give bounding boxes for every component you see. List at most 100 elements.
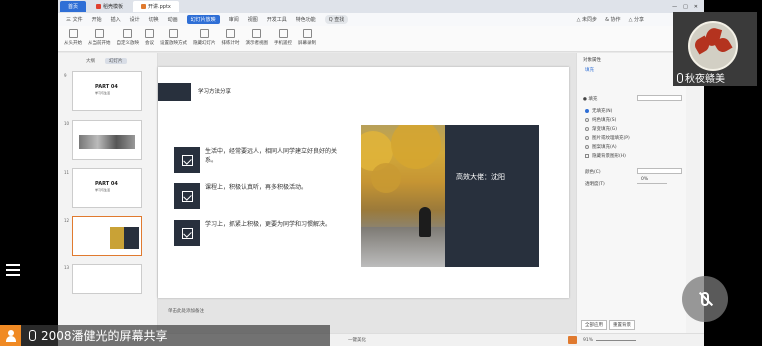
tool-label: 从当前开始 — [88, 41, 111, 46]
tab-document[interactable]: 开讲.pptx — [133, 1, 179, 12]
transparency-value: 0% — [641, 177, 649, 182]
current-slide[interactable]: 学习方法分享 生活中，经常要远人，相同人同学建立好良好的关系。 课程上，积极认真… — [158, 67, 569, 298]
menu-slideshow[interactable]: 幻灯片放映 — [186, 15, 220, 24]
hide-icon — [199, 29, 209, 38]
menu-features[interactable]: 特色功能 — [296, 16, 316, 23]
zoom-value: 91% — [583, 338, 594, 343]
tab-outline[interactable]: 大纲 — [86, 58, 95, 64]
menu-start[interactable]: 开始 — [92, 16, 102, 23]
transparency-label: 透明度(T) — [585, 182, 605, 187]
tool-from-start[interactable]: 从头开始 — [64, 26, 82, 46]
tool-presenter-view[interactable]: 演示者视图 — [246, 26, 268, 46]
fill-tab[interactable]: 填充 — [585, 67, 594, 73]
beautify-button[interactable]: 一键美化 — [348, 337, 366, 343]
participant-name-row: 秋夜赣美 — [677, 70, 725, 85]
cyclist — [419, 207, 431, 237]
tab-slides[interactable]: 幻灯片 — [105, 58, 127, 64]
minimize-icon[interactable]: — — [672, 4, 677, 10]
tab-home[interactable]: 首页 — [60, 1, 87, 12]
close-icon[interactable]: ✕ — [694, 4, 698, 10]
maximize-icon[interactable]: □ — [683, 4, 688, 10]
tab-document-label: 开讲.pptx — [148, 4, 171, 10]
menu-animation[interactable]: 动画 — [168, 16, 178, 23]
thumb-image — [79, 135, 135, 149]
tool-phone-remote[interactable]: 手机遥控 — [274, 26, 292, 46]
tool-label: 设置放映方式 — [160, 41, 187, 46]
left-panel-tabs: 大纲 幻灯片 — [58, 53, 157, 64]
zoom-slider[interactable] — [596, 340, 637, 341]
apply-all-button[interactable]: 全部应用 — [581, 320, 607, 330]
checkbox-icon — [174, 147, 200, 173]
tab-bar: 首页 稻壳模板 开讲.pptx — □ ✕ — [58, 0, 704, 13]
slide-thumb-12[interactable] — [72, 216, 142, 256]
wps-window: 首页 稻壳模板 开讲.pptx — □ ✕ 三 文件 开始 插入 设计 切换 动… — [58, 0, 704, 346]
slide-thumb-10[interactable] — [72, 120, 142, 160]
menu-icon[interactable] — [6, 264, 20, 279]
tool-custom-show[interactable]: 自定义放映 — [117, 26, 139, 46]
slide-thumb-9[interactable]: PART 04 学习与生活 — [72, 71, 142, 111]
slide-thumb-13[interactable] — [72, 264, 142, 294]
collab-button[interactable]: & 协作 — [605, 16, 621, 23]
tool-screen-record[interactable]: 屏幕录制 — [298, 26, 316, 46]
tool-show-settings[interactable]: 设置放映方式 — [160, 26, 187, 46]
mute-button[interactable] — [682, 276, 728, 322]
fill-option-pattern[interactable]: 图案填充(A) — [585, 144, 617, 150]
bullet-text: 学习上，抓紧上积极，更要为同学和习惯解决。 — [205, 221, 332, 228]
fill-dropdown[interactable] — [637, 95, 682, 101]
tool-rehearse[interactable]: 排练计时 — [222, 26, 240, 46]
play-slideshow-icon[interactable] — [568, 336, 577, 344]
tree-foliage — [391, 125, 441, 169]
tool-meeting[interactable]: 会议 — [145, 26, 154, 46]
tab-docer[interactable]: 稻壳模板 — [88, 1, 131, 12]
avatar — [688, 21, 738, 71]
menu-devtools[interactable]: 开发工具 — [267, 16, 287, 23]
color-picker[interactable] — [637, 168, 682, 174]
search-button[interactable]: Q 查找 — [324, 15, 349, 24]
tool-label: 隐藏幻灯片 — [193, 41, 216, 46]
person-icon — [0, 325, 21, 346]
menu-transition[interactable]: 切换 — [149, 16, 159, 23]
meeting-icon — [145, 29, 154, 38]
menu-design[interactable]: 设计 — [130, 16, 140, 23]
option-label: 隐藏背景图形(H) — [592, 154, 626, 159]
tool-label: 排练计时 — [221, 41, 240, 46]
window-controls: — □ ✕ — [672, 4, 704, 10]
menu-insert[interactable]: 插入 — [111, 16, 121, 23]
thumb-dark-box — [124, 227, 139, 249]
fill-option-none[interactable]: 无填充(N) — [585, 108, 612, 114]
sync-status[interactable]: △ 未同步 — [577, 16, 597, 23]
reset-background-button[interactable]: 重置背景 — [609, 320, 635, 330]
play-current-icon — [94, 29, 104, 38]
slide-thumbnail-panel: 大纲 幻灯片 9 PART 04 学习与生活 10 11 PART 04 学习与… — [58, 53, 158, 333]
thumb-subtitle: 学习与生活 — [95, 91, 111, 95]
radio-icon — [585, 145, 589, 149]
thumb-subtitle: 学习与生活 — [95, 188, 111, 192]
tool-label: 手机遥控 — [274, 41, 292, 46]
menu-file[interactable]: 三 文件 — [66, 16, 83, 23]
transparency-slider[interactable] — [637, 183, 667, 184]
menu-bar: 三 文件 开始 插入 设计 切换 动画 幻灯片放映 审阅 视图 开发工具 特色功… — [58, 13, 704, 26]
share-button[interactable]: △ 分享 — [629, 16, 644, 23]
fill-option-picture[interactable]: 图片或纹理填充(P) — [585, 135, 630, 141]
fill-option-gradient[interactable]: 渐变填充(G) — [585, 126, 617, 132]
tool-hide-slide[interactable]: 隐藏幻灯片 — [193, 26, 216, 46]
tool-label: 从头开始 — [64, 41, 82, 46]
tool-from-current[interactable]: 从当前开始 — [88, 26, 111, 46]
road — [361, 227, 445, 267]
slide-thumb-11[interactable]: PART 04 学习与生活 — [72, 168, 142, 208]
panel-title: 对象属性 — [583, 58, 601, 63]
participant-card: 秋夜赣美 — [673, 12, 757, 86]
menu-view[interactable]: 视图 — [248, 16, 258, 23]
radio-icon — [585, 118, 589, 122]
mic-icon — [29, 330, 36, 341]
radio-icon — [585, 109, 589, 113]
caption-box: 高效大佬：沈阳 — [445, 125, 539, 267]
menu-review[interactable]: 审阅 — [229, 16, 239, 23]
notes-placeholder[interactable]: 单击此处添加备注 — [168, 308, 204, 314]
bullet-text: 课程上，积极认真听，再多积极活动。 — [205, 184, 308, 191]
bullet-item-3: 学习上，抓紧上积极，更要为同学和习惯解决。 — [174, 220, 345, 246]
fill-option-solid[interactable]: 纯色填充(S) — [585, 117, 616, 123]
hide-bg-graphics[interactable]: 隐藏背景图形(H) — [585, 153, 626, 159]
fill-section-label[interactable]: ● 填充 — [583, 96, 597, 102]
participant-name: 秋夜赣美 — [685, 74, 725, 85]
